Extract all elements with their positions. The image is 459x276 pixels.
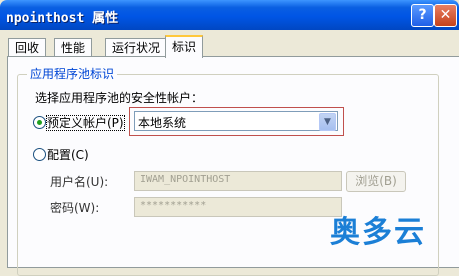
- account-dropdown[interactable]: 本地系统 ▼: [134, 111, 338, 131]
- password-field[interactable]: ***********: [134, 197, 342, 217]
- username-label: 用户名(U):: [50, 175, 109, 189]
- close-button[interactable]: ✕: [434, 4, 457, 27]
- group-title: 应用程序池标识: [27, 65, 118, 82]
- help-button[interactable]: ?: [411, 4, 434, 27]
- tab-identity[interactable]: 标识: [165, 35, 204, 58]
- window-title: npointhost 属性: [6, 11, 119, 26]
- predefined-radio[interactable]: [33, 116, 46, 129]
- username-field[interactable]: IWAM_NPOINTHOST: [134, 171, 342, 191]
- title-bar[interactable]: npointhost 属性 ? ✕: [0, 0, 459, 30]
- browse-button[interactable]: 浏览(B): [346, 171, 406, 192]
- password-label: 密码(W):: [50, 201, 100, 215]
- chevron-down-icon[interactable]: ▼: [319, 113, 336, 131]
- watermark-logo: 奥多云: [330, 215, 426, 250]
- configurable-label[interactable]: 配置(C): [47, 146, 89, 163]
- dropdown-value: 本地系统: [138, 116, 187, 130]
- configurable-radio[interactable]: [33, 148, 46, 161]
- tab-recycling[interactable]: 回收: [8, 38, 47, 57]
- account-prompt: 选择应用程序池的安全性帐户：: [35, 91, 204, 105]
- tab-performance[interactable]: 性能: [54, 38, 93, 57]
- tab-health[interactable]: 运行状况: [105, 38, 168, 57]
- predefined-label[interactable]: 预定义帐户(P): [46, 114, 125, 131]
